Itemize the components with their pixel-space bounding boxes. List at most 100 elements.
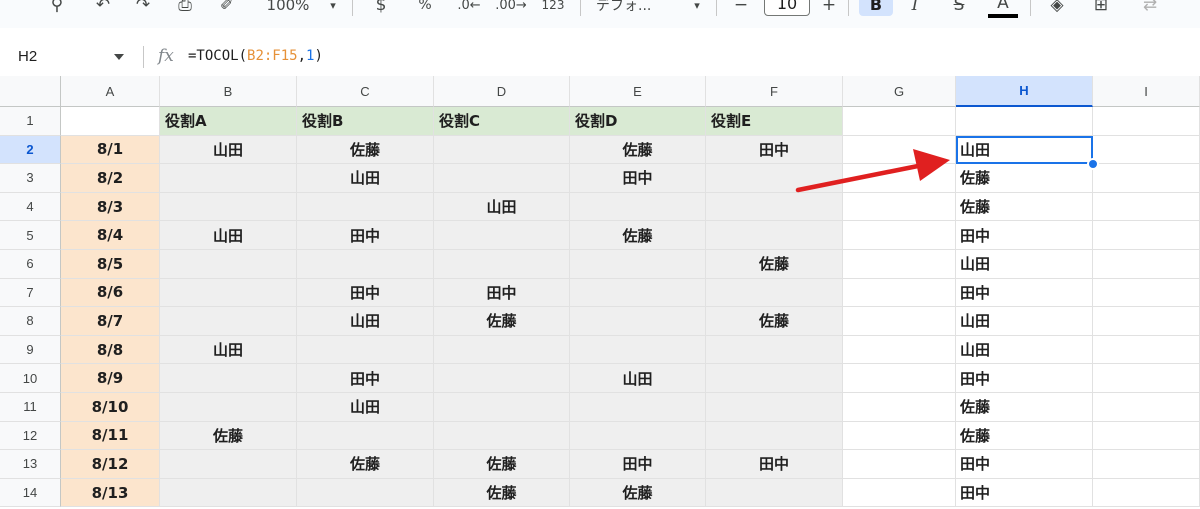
cell-a8[interactable]: 8/7	[61, 307, 160, 336]
cell-g4[interactable]	[843, 192, 956, 222]
cell-i3[interactable]	[1093, 164, 1200, 193]
font-size-decrease-button[interactable]: −	[728, 0, 754, 18]
cell-g13[interactable]	[843, 450, 956, 479]
cell-h8[interactable]: 山田	[956, 307, 1093, 336]
cell-d6[interactable]	[434, 250, 570, 279]
cell-e7[interactable]	[570, 278, 706, 308]
cell-c7[interactable]: 田中	[297, 278, 434, 308]
cell-c2[interactable]: 佐藤	[297, 135, 434, 165]
column-header-d[interactable]: D	[434, 76, 570, 107]
cell-c1[interactable]: 役割B	[297, 107, 434, 136]
cell-e4[interactable]	[570, 192, 706, 222]
cell-b5[interactable]: 山田	[160, 221, 297, 250]
cell-e12[interactable]	[570, 421, 706, 451]
row-header-4[interactable]: 4	[0, 192, 61, 222]
name-box-chevron-down-icon[interactable]	[114, 54, 124, 60]
name-box[interactable]: H2	[0, 38, 140, 76]
row-header-9[interactable]: 9	[0, 335, 61, 365]
cell-e8[interactable]	[570, 307, 706, 336]
cell-f6[interactable]: 佐藤	[706, 250, 843, 279]
cell-h10[interactable]: 田中	[956, 364, 1093, 393]
italic-button[interactable]: I	[902, 0, 928, 18]
merge-cells-icon[interactable]: ⇄	[1130, 0, 1170, 18]
cell-b10[interactable]	[160, 364, 297, 393]
cell-d2[interactable]	[434, 135, 570, 165]
cell-e5[interactable]: 佐藤	[570, 221, 706, 250]
cell-h2[interactable]: 山田	[956, 135, 1093, 165]
cell-b1[interactable]: 役割A	[160, 107, 297, 136]
column-header-f[interactable]: F	[706, 76, 843, 107]
cell-i4[interactable]	[1093, 192, 1200, 222]
cell-a4[interactable]: 8/3	[61, 192, 160, 222]
cell-i7[interactable]	[1093, 278, 1200, 308]
cell-e2[interactable]: 佐藤	[570, 135, 706, 165]
row-header-11[interactable]: 11	[0, 393, 61, 422]
cell-c11[interactable]: 山田	[297, 393, 434, 422]
cell-a9[interactable]: 8/8	[61, 335, 160, 365]
cell-g11[interactable]	[843, 393, 956, 422]
cell-e1[interactable]: 役割D	[570, 107, 706, 136]
cell-b3[interactable]	[160, 164, 297, 193]
font-chevron-down-icon[interactable]: ▾	[690, 0, 704, 18]
cell-f4[interactable]	[706, 192, 843, 222]
row-header-7[interactable]: 7	[0, 278, 61, 308]
cell-f2[interactable]: 田中	[706, 135, 843, 165]
cell-a7[interactable]: 8/6	[61, 278, 160, 308]
column-header-b[interactable]: B	[160, 76, 297, 107]
cell-c6[interactable]	[297, 250, 434, 279]
cell-c14[interactable]	[297, 478, 434, 508]
cell-d8[interactable]: 佐藤	[434, 307, 570, 336]
spreadsheet-grid[interactable]: A B C D E F G H I 1 役割A 役割B 役割C 役割D 役割E 2 8/1 山田 佐藤 佐藤 田中 山田 3…	[0, 76, 1200, 509]
cell-a14[interactable]: 8/13	[61, 478, 160, 508]
cell-d5[interactable]	[434, 221, 570, 250]
font-family-select[interactable]: デフォ...	[596, 0, 686, 18]
cell-f10[interactable]	[706, 364, 843, 393]
cell-d4[interactable]: 山田	[434, 192, 570, 222]
cell-e6[interactable]	[570, 250, 706, 279]
cell-g5[interactable]	[843, 221, 956, 250]
column-header-h[interactable]: H	[956, 76, 1093, 107]
cell-a3[interactable]: 8/2	[61, 164, 160, 193]
borders-icon[interactable]: ⊞	[1088, 0, 1114, 18]
cell-g9[interactable]	[843, 335, 956, 365]
cell-e9[interactable]	[570, 335, 706, 365]
cell-a13[interactable]: 8/12	[61, 450, 160, 479]
bold-button[interactable]: B	[859, 0, 893, 16]
column-header-g[interactable]: G	[843, 76, 956, 107]
cell-h6[interactable]: 山田	[956, 250, 1093, 279]
text-color-button[interactable]: A	[988, 0, 1018, 18]
cell-i12[interactable]	[1093, 421, 1200, 451]
cell-a12[interactable]: 8/11	[61, 421, 160, 451]
number-format-button[interactable]: 123	[538, 0, 568, 18]
cell-d11[interactable]	[434, 393, 570, 422]
cell-g10[interactable]	[843, 364, 956, 393]
cell-h3[interactable]: 佐藤	[956, 164, 1093, 193]
cell-b6[interactable]	[160, 250, 297, 279]
currency-icon[interactable]: $	[368, 0, 394, 18]
cell-i8[interactable]	[1093, 307, 1200, 336]
cell-b11[interactable]	[160, 393, 297, 422]
cell-d14[interactable]: 佐藤	[434, 478, 570, 508]
cell-h12[interactable]: 佐藤	[956, 421, 1093, 451]
cell-f5[interactable]	[706, 221, 843, 250]
strikethrough-button[interactable]: S	[946, 0, 972, 18]
cell-e3[interactable]: 田中	[570, 164, 706, 193]
cell-f7[interactable]	[706, 278, 843, 308]
cell-c12[interactable]	[297, 421, 434, 451]
row-header-12[interactable]: 12	[0, 421, 61, 451]
cell-c10[interactable]: 田中	[297, 364, 434, 393]
redo-icon[interactable]: ↷	[130, 0, 156, 18]
search-menus-icon[interactable]: ⚲	[44, 0, 70, 18]
cell-d13[interactable]: 佐藤	[434, 450, 570, 479]
undo-icon[interactable]: ↶	[90, 0, 116, 18]
row-header-2[interactable]: 2	[0, 135, 61, 165]
cell-a6[interactable]: 8/5	[61, 250, 160, 279]
cell-f8[interactable]: 佐藤	[706, 307, 843, 336]
cell-a11[interactable]: 8/10	[61, 393, 160, 422]
cell-g12[interactable]	[843, 421, 956, 451]
cell-b14[interactable]	[160, 478, 297, 508]
cell-d9[interactable]	[434, 335, 570, 365]
cell-f3[interactable]	[706, 164, 843, 193]
select-all-corner[interactable]	[0, 76, 61, 107]
cell-h9[interactable]: 山田	[956, 335, 1093, 365]
